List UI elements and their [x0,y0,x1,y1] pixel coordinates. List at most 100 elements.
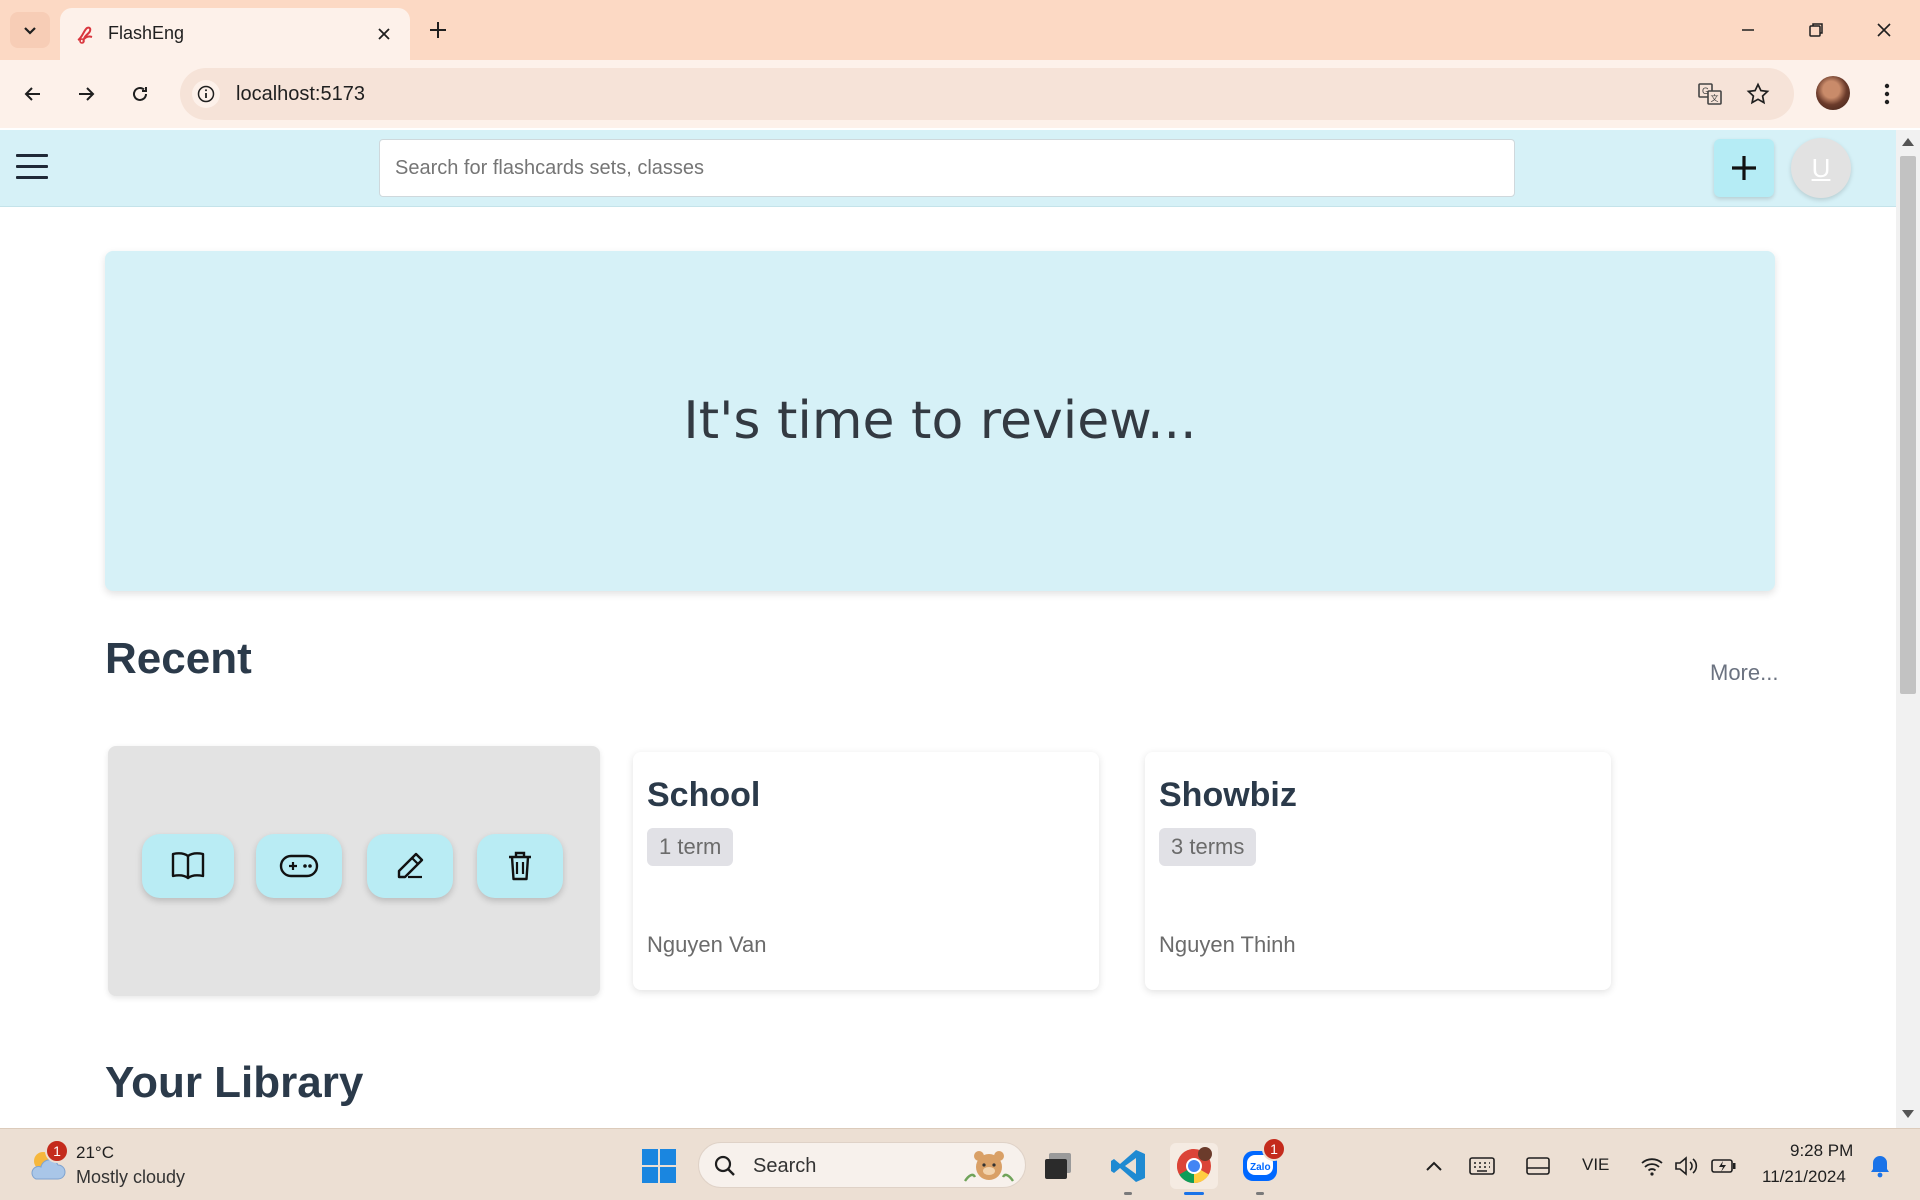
review-banner[interactable]: It's time to review... [105,251,1775,591]
search-input[interactable] [379,139,1515,197]
input-language[interactable]: VIE [1582,1155,1609,1175]
close-window-button[interactable] [1862,10,1906,50]
svg-text:Zalo: Zalo [1250,1162,1271,1173]
reload-icon [133,86,147,101]
set-title: Showbiz [1159,776,1297,814]
profile-avatar[interactable] [1816,76,1850,110]
more-link[interactable]: More... [1710,660,1778,686]
svg-text:文: 文 [1711,93,1719,103]
tab-close-button[interactable] [372,22,396,46]
show-hidden-icons-button[interactable] [1418,1143,1450,1189]
taskbar-zalo[interactable]: Zalo 1 [1236,1137,1286,1195]
close-icon [1877,23,1891,37]
windows-logo-icon [642,1149,676,1183]
forward-button[interactable] [66,74,106,114]
back-button[interactable] [13,74,53,114]
vscode-icon [1111,1150,1145,1182]
url-text[interactable]: localhost:5173 [236,83,365,106]
minimize-button[interactable] [1726,10,1770,50]
info-icon [197,85,215,103]
wifi-button[interactable] [1636,1143,1668,1189]
chevron-up-icon [1426,1161,1442,1171]
clock-date[interactable]: 11/21/2024 [1762,1167,1846,1187]
bear-illustration-icon [964,1151,1014,1182]
volume-button[interactable] [1670,1143,1702,1189]
browser-menu-button[interactable] [1872,74,1902,114]
more-vertical-icon [1884,83,1890,105]
battery-charging-icon [1711,1159,1736,1173]
reload-button[interactable] [120,74,160,114]
app-header: U [0,130,1896,207]
chrome-icon [1177,1147,1212,1183]
close-icon [378,28,390,40]
set-title: School [647,776,761,814]
notifications-button[interactable] [1864,1143,1896,1189]
set-card[interactable]: School 1 term Nguyen Van [633,752,1099,990]
display-icon [1526,1157,1550,1175]
start-button[interactable] [635,1143,683,1189]
delete-button[interactable] [477,834,563,898]
tablet-mode-button[interactable] [1522,1143,1554,1189]
set-card[interactable]: Showbiz 3 terms Nguyen Thinh [1145,752,1611,990]
translate-button[interactable]: G文 [1696,80,1724,108]
keyboard-tray-button[interactable] [1466,1143,1498,1189]
keyboard-icon [1469,1157,1495,1175]
trash-icon [509,851,531,881]
study-button[interactable] [142,834,234,898]
browser-tab[interactable]: FlashEng [60,8,410,60]
plus-icon [1732,156,1756,180]
review-banner-text: It's time to review... [683,391,1197,451]
page-scrollbar[interactable] [1896,130,1920,1128]
taskbar-file-explorer[interactable] [1034,1143,1082,1189]
weather-notification-badge: 1 [45,1139,69,1163]
scroll-thumb[interactable] [1900,156,1916,694]
window-app-icon [1045,1153,1071,1179]
site-info-button[interactable] [192,80,220,108]
user-avatar[interactable]: U [1791,138,1851,198]
bookmark-button[interactable] [1744,80,1772,108]
new-tab-button[interactable] [422,14,454,46]
chevron-down-icon [24,27,36,35]
scroll-down-arrow[interactable] [1902,1110,1914,1118]
flasheng-favicon-icon [77,26,93,44]
book-open-icon [171,852,205,880]
taskbar-search[interactable]: Search [698,1142,1026,1188]
speaker-icon [1675,1156,1698,1176]
term-count-badge: 3 terms [1159,828,1257,866]
library-section-title: Your Library [105,1058,364,1107]
browser-titlebar: FlashEng [0,0,1920,60]
gamepad-icon [279,854,319,878]
plus-icon [430,22,446,38]
wifi-icon [1641,1158,1663,1176]
restore-button[interactable] [1794,10,1838,50]
minimize-icon [1742,29,1754,31]
menu-icon[interactable] [16,154,48,184]
taskbar-chrome[interactable] [1170,1143,1218,1195]
pencil-icon [397,852,424,879]
arrow-right-icon [79,87,95,101]
address-bar[interactable]: localhost:5173 G文 [180,68,1794,120]
recent-section-title: Recent [105,634,252,683]
restore-icon [1809,23,1823,37]
arrow-left-icon [24,87,40,101]
translate-icon: G文 [1698,83,1722,105]
scroll-up-arrow[interactable] [1902,138,1914,146]
edit-button[interactable] [367,834,453,898]
weather-description: Mostly cloudy [76,1167,186,1187]
taskbar-vscode[interactable] [1104,1143,1152,1195]
create-set-button[interactable] [1714,139,1774,197]
set-author: Nguyen Thinh [1159,932,1296,957]
clock-time[interactable]: 9:28 PM [1790,1141,1853,1161]
running-indicator [1184,1192,1204,1195]
battery-button[interactable] [1708,1143,1740,1189]
running-indicator [1256,1192,1264,1195]
bell-icon [1871,1156,1889,1178]
running-indicator [1124,1192,1132,1195]
tab-title: FlashEng [108,23,185,43]
game-button[interactable] [256,834,342,898]
term-count-badge: 1 term [647,828,734,866]
weather-temperature: 21°C [76,1143,114,1162]
zalo-notification-badge: 1 [1262,1137,1286,1161]
set-card-hovered[interactable] [108,746,600,996]
tab-search-button[interactable] [10,12,50,48]
